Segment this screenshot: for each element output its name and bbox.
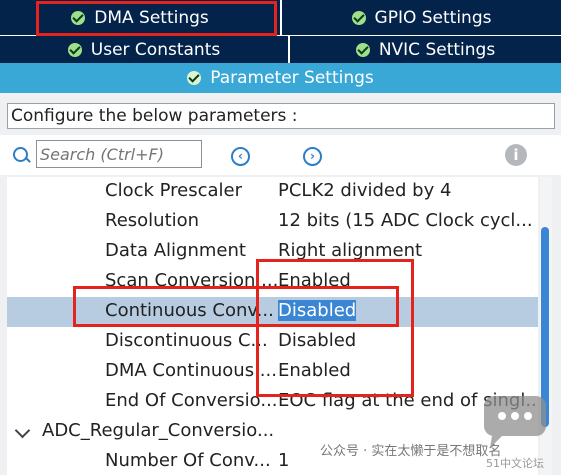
param-value: Enabled [278, 270, 351, 291]
check-circle-icon [351, 10, 366, 25]
tab-row-1: DMA Settings GPIO Settings [0, 0, 561, 35]
watermark-site: 51中文论坛 [486, 457, 544, 470]
tab-label: Parameter Settings [210, 68, 374, 88]
tab-label: NVIC Settings [378, 40, 496, 60]
search-icon[interactable] [13, 147, 28, 162]
search-toolbar: ‹ › i [0, 135, 561, 175]
param-value[interactable]: Disabled [278, 300, 357, 321]
param-row[interactable]: Data Alignment Right alignment [7, 237, 538, 267]
parameter-list: Clock Prescaler PCLK2 divided by 4 Resol… [7, 177, 538, 475]
param-value: Right alignment [278, 240, 423, 261]
param-row[interactable]: Clock Prescaler PCLK2 divided by 4 [7, 177, 538, 207]
param-value: 12 bits (15 ADC Clock cycl... [278, 210, 533, 231]
parameter-panel: Configure the below parameters : ‹ › i C… [0, 93, 561, 475]
param-value: 1 [278, 450, 290, 471]
param-value: PCLK2 divided by 4 [278, 180, 452, 201]
param-row[interactable]: Resolution 12 bits (15 ADC Clock cycl... [7, 207, 538, 237]
info-icon[interactable]: i [505, 144, 527, 166]
param-name: Resolution [105, 210, 200, 231]
search-input[interactable] [36, 140, 202, 168]
param-value: Disabled [278, 330, 357, 351]
param-row[interactable]: Discontinuous C... Disabled [7, 327, 538, 357]
next-icon[interactable]: › [303, 147, 322, 166]
param-value-text: Disabled [278, 300, 357, 321]
param-row[interactable]: End Of Conversio... EOC flag at the end … [7, 387, 538, 417]
tab-label: GPIO Settings [374, 7, 492, 28]
chevron-down-icon[interactable] [14, 422, 31, 439]
param-name: Number Of Conv... [105, 450, 271, 471]
param-row[interactable]: DMA Continuous ... Enabled [7, 357, 538, 387]
param-name: End Of Conversio... [105, 390, 277, 411]
param-name: Continuous Conv... [105, 300, 274, 321]
param-name: Data Alignment [105, 240, 246, 261]
param-name: Scan Conversion ... [105, 270, 277, 291]
tab-row-active: Parameter Settings [0, 63, 561, 93]
param-value: Enabled [278, 360, 351, 381]
tab-row-2: User Constants NVIC Settings [0, 35, 561, 64]
previous-icon[interactable]: ‹ [231, 147, 250, 166]
tab-parameter-settings[interactable]: Parameter Settings [0, 63, 561, 93]
tab-nvic-settings[interactable]: NVIC Settings [290, 36, 561, 64]
tab-label: User Constants [90, 40, 221, 60]
tab-dma-settings[interactable]: DMA Settings [0, 0, 282, 35]
tab-user-constants[interactable]: User Constants [0, 36, 290, 64]
check-circle-icon [67, 43, 82, 57]
group-label: ADC_Regular_Conversio... [42, 420, 275, 441]
check-circle-icon [187, 71, 202, 85]
check-circle-icon [71, 10, 86, 25]
description-box: Configure the below parameters : [7, 103, 555, 129]
param-name: Clock Prescaler [105, 180, 243, 201]
param-name: DMA Continuous ... [105, 360, 277, 381]
param-name: Discontinuous C... [105, 330, 268, 351]
tab-label: DMA Settings [94, 7, 209, 28]
param-row[interactable]: Scan Conversion ... Enabled [7, 267, 538, 297]
tab-gpio-settings[interactable]: GPIO Settings [282, 0, 561, 35]
check-circle-icon [355, 43, 370, 57]
watermark-text: 公众号 · 实在太懒于是不想取名 [320, 444, 502, 459]
param-row-selected[interactable]: Continuous Conv... Disabled [7, 297, 538, 327]
